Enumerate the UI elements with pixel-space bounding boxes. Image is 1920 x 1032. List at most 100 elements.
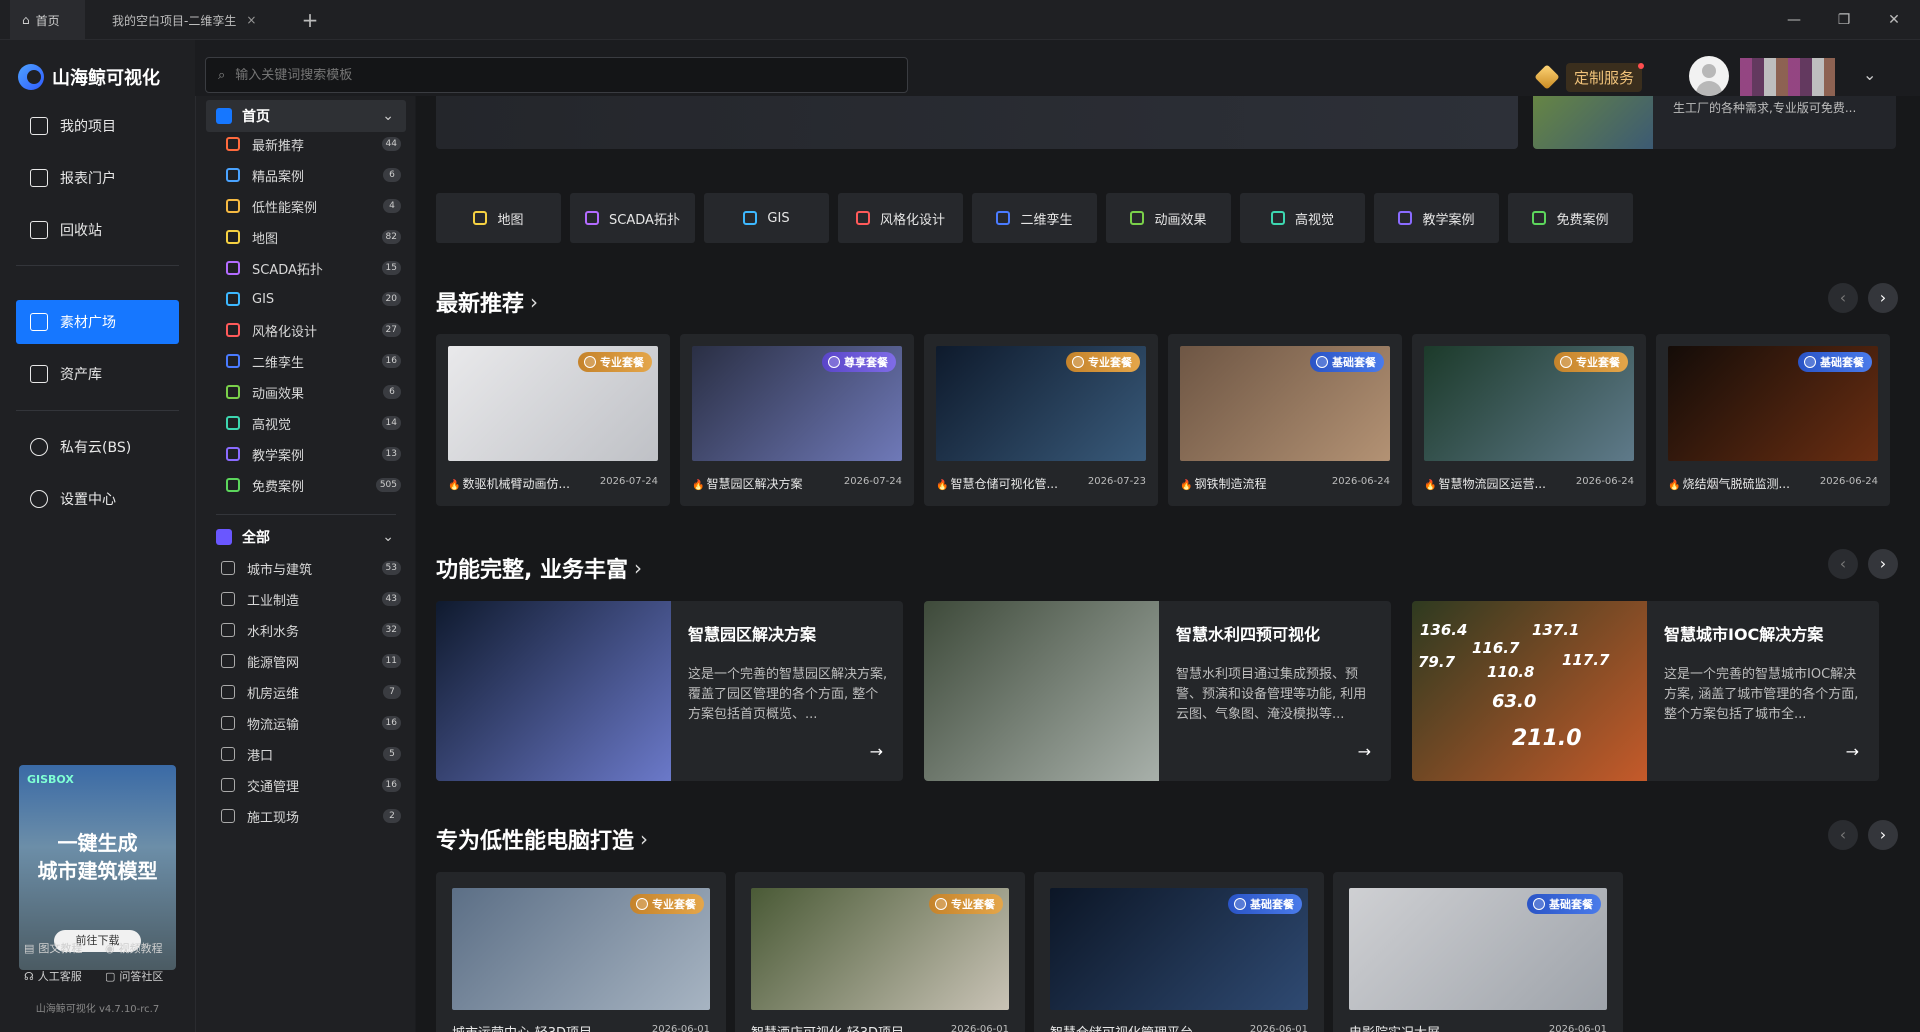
section-title-lowperf[interactable]: 专为低性能电脑打造 › (436, 823, 648, 855)
category-icon (221, 809, 235, 823)
search-input[interactable] (235, 67, 836, 83)
template-card[interactable]: 尊享套餐智慧园区解决方案 2026-07-24 (680, 334, 914, 506)
video-tutorial-link[interactable]: ◉ 视频教程 (105, 940, 163, 956)
nav-private-cloud[interactable]: 私有云(BS) (16, 425, 179, 469)
category-item[interactable]: 能源管网 11 (221, 650, 401, 672)
category-item[interactable]: 工业制造 43 (221, 588, 401, 610)
filter-chip[interactable]: 高视觉 (1240, 193, 1365, 243)
filter-chip[interactable]: 风格化设计 (838, 193, 963, 243)
carousel-prev-button[interactable]: ‹ (1828, 820, 1858, 850)
section-title-latest[interactable]: 最新推荐 › (436, 286, 538, 318)
search-box[interactable]: ⌕ (205, 57, 908, 93)
chevron-down-icon[interactable]: ⌄ (1863, 65, 1876, 84)
carousel-next-button[interactable]: › (1868, 820, 1898, 850)
filter-chip[interactable]: GIS (704, 193, 829, 243)
filter-chip[interactable]: 教学案例 (1374, 193, 1499, 243)
category-icon (221, 778, 235, 792)
category-label: 物流运输 (247, 717, 300, 733)
category-item[interactable]: 动画效果 6 (226, 381, 401, 403)
tab-home[interactable]: ⌂ 首页 (10, 0, 85, 40)
arrow-right-icon[interactable]: → (1358, 742, 1371, 761)
filter-chip[interactable]: 动画效果 (1106, 193, 1231, 243)
arrow-right-icon[interactable]: → (870, 742, 883, 761)
nav-my-projects[interactable]: 我的项目 (16, 104, 179, 148)
category-item[interactable]: SCADA拓扑 15 (226, 257, 401, 279)
category-item[interactable]: 风格化设计 27 (226, 319, 401, 341)
category-item[interactable]: 城市与建筑 53 (221, 557, 401, 579)
category-item[interactable]: 机房运维 7 (221, 681, 401, 703)
feature-card[interactable]: 136.4 137.1 116.7 117.7 79.7 110.8 63.0 211.0 智慧… (1412, 601, 1879, 781)
filter-chip[interactable]: 二维孪生 (972, 193, 1097, 243)
category-item[interactable]: 地图 82 (226, 226, 401, 248)
category-item[interactable]: 精品案例 6 (226, 164, 401, 186)
tab-project[interactable]: 我的空白项目-二维孪生 × (100, 0, 270, 40)
filter-chip[interactable]: SCADA拓扑 (570, 193, 695, 243)
template-card[interactable]: 专业套餐智慧物流园区运营... 2026-06-24 (1412, 334, 1646, 506)
close-window-button[interactable]: ✕ (1870, 0, 1918, 40)
category-item[interactable]: 低性能案例 4 (226, 195, 401, 217)
category-section-all[interactable]: 全部 ⌄ (206, 521, 406, 553)
side-banner[interactable]: 生工厂的各种需求,专业版可免费... (1533, 96, 1896, 149)
template-card[interactable]: 基础套餐智慧仓储可视化管理平台 2026-06-01 (1034, 872, 1324, 1032)
template-card[interactable]: 专业套餐智慧酒店可视化-轻3D项目 2026-06-01 (735, 872, 1025, 1032)
template-card[interactable]: 专业套餐数驱机械臂动画仿... 2026-07-24 (436, 334, 670, 506)
category-count: 15 (381, 261, 401, 275)
custom-service-button[interactable]: 定制服务 (1534, 62, 1645, 92)
category-section-home[interactable]: 首页 ⌄ (206, 100, 406, 132)
category-label: 低性能案例 (252, 200, 318, 216)
filter-chip[interactable]: 免费案例 (1508, 193, 1633, 243)
carousel-next-button[interactable]: › (1868, 549, 1898, 579)
category-item[interactable]: 教学案例 13 (226, 443, 401, 465)
nav-asset-library[interactable]: 资产库 (16, 352, 179, 396)
badge-label: 基础套餐 (1332, 356, 1376, 369)
carousel-next-button[interactable]: › (1868, 283, 1898, 313)
category-item[interactable]: 二维孪生 16 (226, 350, 401, 372)
category-item[interactable]: 最新推荐 44 (226, 133, 401, 155)
category-item[interactable]: 物流运输 16 (221, 712, 401, 734)
user-avatar[interactable] (1689, 56, 1729, 96)
doc-tutorial-link[interactable]: ▤ 图文教程 (24, 940, 82, 956)
carousel-prev-button[interactable]: ‹ (1828, 283, 1858, 313)
category-item[interactable]: 施工现场 2 (221, 805, 401, 827)
nav-settings[interactable]: 设置中心 (16, 477, 179, 521)
category-icon (221, 654, 235, 668)
category-icon (226, 168, 240, 182)
community-link[interactable]: ▢ 问答社区 (105, 968, 163, 984)
filter-chip[interactable]: 地图 (436, 193, 561, 243)
template-card[interactable]: 基础套餐钢铁制造流程 2026-06-24 (1168, 334, 1402, 506)
category-icon (226, 478, 240, 492)
category-item[interactable]: 港口 5 (221, 743, 401, 765)
carousel-prev-button[interactable]: ‹ (1828, 549, 1858, 579)
minimize-button[interactable]: — (1770, 0, 1818, 40)
section-title-features[interactable]: 功能完整, 业务丰富 › (436, 552, 642, 584)
customer-service-link[interactable]: ☊ 人工客服 (24, 968, 82, 984)
category-item[interactable]: 免费案例 505 (226, 474, 401, 496)
chip-label: 风格化设计 (879, 212, 945, 228)
category-item[interactable]: GIS 20 (226, 288, 401, 310)
close-tab-icon[interactable]: × (246, 13, 256, 27)
feature-card[interactable]: 智慧园区解决方案 这是一个完善的智慧园区解决方案, 覆盖了园区管理的各个方面, 整… (436, 601, 903, 781)
template-card[interactable]: 基础套餐电影院实况大屏 2026-06-01 (1333, 872, 1623, 1032)
template-card[interactable]: 专业套餐城市运营中心-轻3D项目 2026-06-01 (436, 872, 726, 1032)
hero-banner[interactable] (436, 96, 1518, 149)
link-label: 视频教程 (118, 942, 163, 955)
nav-report-portal[interactable]: 报表门户 (16, 156, 179, 200)
template-card[interactable]: 基础套餐烧结烟气脱硫监测... 2026-06-24 (1656, 334, 1890, 506)
category-item[interactable]: 交通管理 16 (221, 774, 401, 796)
brand-logo[interactable]: 山海鲸可视化 (18, 64, 160, 90)
category-icon (226, 416, 240, 430)
template-card[interactable]: 专业套餐智慧仓储可视化管... 2026-07-23 (924, 334, 1158, 506)
restore-button[interactable]: ❐ (1820, 0, 1868, 40)
nav-material-plaza[interactable]: 素材广场 (16, 300, 179, 344)
nav-recycle-bin[interactable]: 回收站 (16, 208, 179, 252)
home-icon: ⌂ (22, 13, 30, 27)
new-tab-button[interactable]: + (298, 8, 322, 32)
category-label: 地图 (252, 231, 279, 247)
feature-card[interactable]: 智慧水利四预可视化 智慧水利项目通过集成预报、预警、预演和设备管理等功能, 利用云… (924, 601, 1391, 781)
feature-image (436, 601, 671, 781)
category-item[interactable]: 水利水务 32 (221, 619, 401, 641)
badge-label: 基础套餐 (1820, 356, 1864, 369)
arrow-right-icon[interactable]: → (1846, 742, 1859, 761)
link-label: 图文教程 (38, 942, 83, 955)
category-item[interactable]: 高视觉 14 (226, 412, 401, 434)
